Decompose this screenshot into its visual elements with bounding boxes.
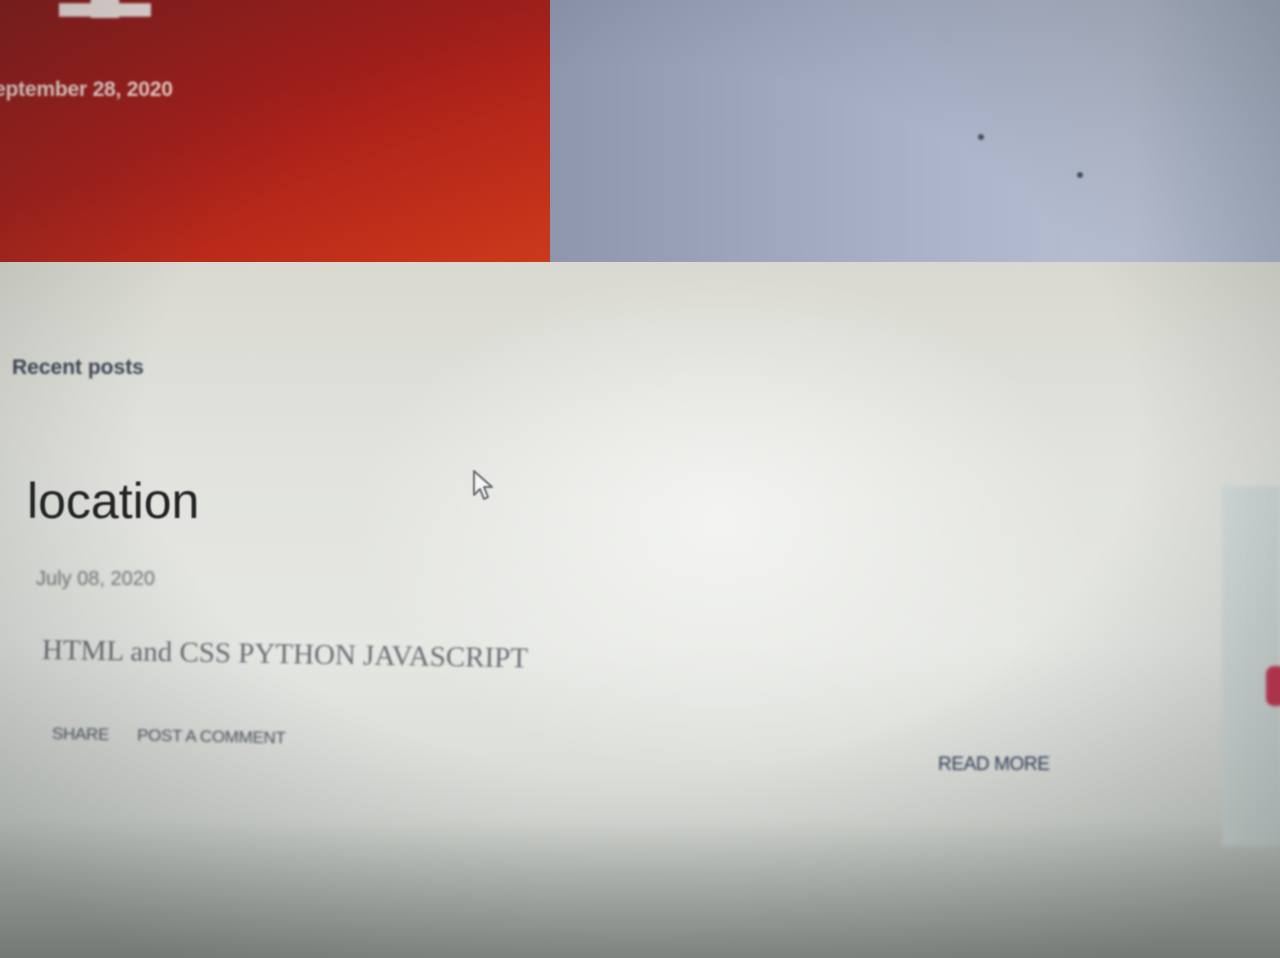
- recent-posts-section: Recent posts location July 08, 2020 HTML…: [0, 262, 1280, 958]
- featured-post-image[interactable]: [550, 0, 1280, 265]
- post-date: July 08, 2020: [36, 568, 155, 590]
- featured-post-date: eptember 28, 2020: [0, 78, 173, 101]
- post-comment-link[interactable]: POST A COMMENT: [137, 726, 286, 749]
- post-actions: SHARE POST A COMMENT: [52, 724, 286, 748]
- featured-posts-banner: ▂▄▂ eptember 28, 2020: [0, 0, 1280, 265]
- featured-post-card[interactable]: ▂▄▂ eptember 28, 2020: [0, 0, 550, 263]
- screen-speck: [1077, 172, 1083, 178]
- post-snippet: HTML and CSS PYTHON JAVASCRIPT: [41, 634, 529, 675]
- screen-speck: [978, 134, 984, 140]
- read-more-link[interactable]: READ MORE: [938, 754, 1050, 776]
- share-button[interactable]: SHARE: [52, 724, 109, 745]
- sidebar-button[interactable]: [1266, 666, 1280, 706]
- featured-post-title[interactable]: ▂▄▂: [60, 0, 150, 16]
- mouse-pointer-icon: [473, 470, 493, 500]
- post-title-link[interactable]: location: [27, 472, 199, 530]
- section-heading: Recent posts: [12, 356, 144, 379]
